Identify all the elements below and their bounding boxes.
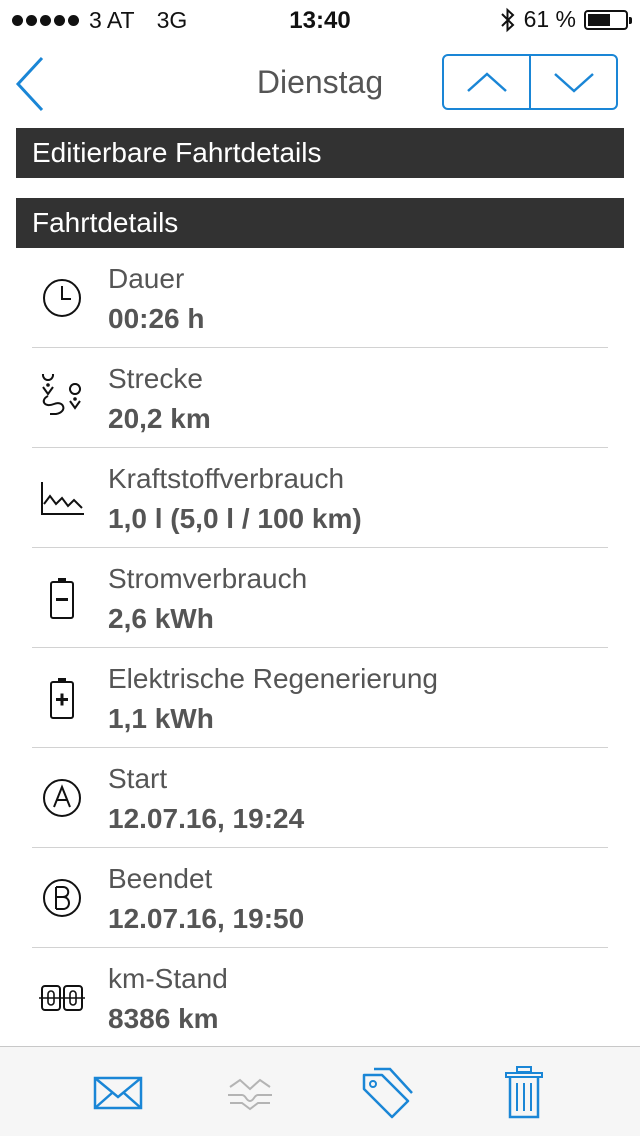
list-item-end: Beendet 12.07.16, 19:50	[0, 848, 640, 948]
start-a-icon	[43, 779, 81, 817]
battery-plus-icon	[50, 678, 74, 719]
status-bar: 3 AT 3G 13:40 61 %	[0, 0, 640, 40]
item-label: Kraftstoffverbrauch	[108, 463, 345, 494]
list-item-electric-regeneration: Elektrische Regenerierung 1,1 kWh	[0, 648, 640, 748]
odometer-icon	[39, 985, 85, 1011]
item-value: 12.07.16, 19:24	[108, 803, 305, 834]
next-button[interactable]	[529, 56, 616, 108]
item-label: Stromverbrauch	[108, 563, 308, 594]
share-icon	[228, 1078, 272, 1111]
item-label: Start	[108, 763, 168, 794]
list-item-duration: Dauer 00:26 h	[0, 248, 640, 348]
route-icon	[42, 374, 81, 415]
previous-button[interactable]	[444, 56, 529, 108]
battery-percent: 61 %	[523, 6, 576, 32]
item-label: Beendet	[108, 863, 213, 894]
item-value: 2,6 kWh	[108, 603, 214, 634]
consumption-chart-icon	[41, 482, 84, 515]
tag-icon[interactable]	[358, 1065, 418, 1121]
section-header-trip-details: Fahrtdetails	[16, 198, 624, 248]
item-label: Strecke	[108, 363, 203, 394]
battery-icon	[584, 9, 632, 30]
clock-icon	[43, 279, 81, 317]
list-item-odometer: km-Stand 8386 km	[0, 948, 640, 1048]
item-value: 20,2 km	[108, 403, 211, 434]
item-value: 8386 km	[108, 1003, 219, 1034]
item-value: 1,0 l (5,0 l / 100 km)	[108, 503, 362, 534]
chevron-up-icon	[466, 72, 507, 92]
item-value: 1,1 kWh	[108, 703, 214, 734]
list-item-power-consumption: Stromverbrauch 2,6 kWh	[0, 548, 640, 648]
navigation-bar: Dienstag	[0, 40, 640, 126]
trash-icon[interactable]	[494, 1065, 554, 1121]
item-value: 12.07.16, 19:50	[108, 903, 305, 934]
list-item-fuel-consumption: Kraftstoffverbrauch 1,0 l (5,0 l / 100 k…	[0, 448, 640, 548]
section-header-editable-trip-details[interactable]: Editierbare Fahrtdetails	[16, 128, 624, 178]
battery-minus-icon	[50, 578, 74, 619]
bottom-toolbar	[0, 1046, 640, 1136]
list-item-distance: Strecke 20,2 km	[0, 348, 640, 448]
item-label: Dauer	[108, 263, 185, 294]
item-value: 00:26 h	[108, 303, 205, 334]
end-b-icon	[43, 879, 81, 917]
prev-next-segmented-control	[442, 54, 618, 110]
item-label: Elektrische Regenerierung	[108, 663, 438, 694]
mail-icon[interactable]	[88, 1065, 148, 1121]
trip-details-list: Dauer 00:26 h Strecke 20,2 km Kraftstoff…	[0, 248, 640, 1048]
bluetooth-icon	[500, 7, 515, 32]
item-label: km-Stand	[108, 963, 228, 994]
list-item-start: Start 12.07.16, 19:24	[0, 748, 640, 848]
chevron-down-icon	[553, 73, 594, 93]
